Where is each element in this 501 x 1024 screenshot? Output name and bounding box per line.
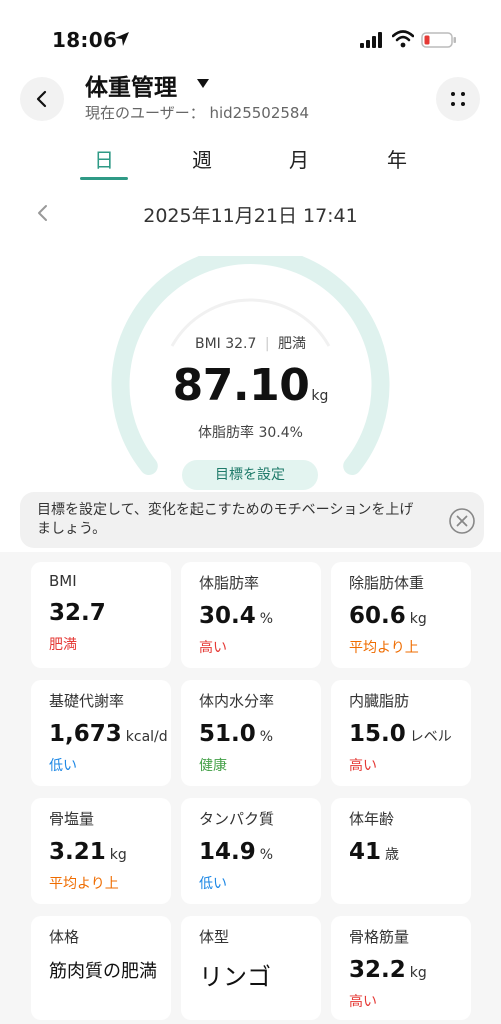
metric-number: 14.9: [199, 839, 256, 865]
location-arrow-icon: [115, 32, 129, 46]
status-time: 18:06: [52, 28, 118, 52]
caret-down-icon[interactable]: [196, 78, 210, 90]
metric-status: 肥満: [49, 637, 77, 653]
separator: |: [264, 336, 270, 352]
metric-value: 1,673 kcal/d: [49, 721, 171, 747]
metric-value: リンゴ: [199, 957, 321, 992]
metric-value: 3.21 kg: [49, 839, 171, 865]
more-menu-button[interactable]: [436, 77, 480, 121]
set-goal-button[interactable]: 目標を設定: [182, 460, 318, 490]
tab-year[interactable]: 年: [367, 144, 427, 182]
signal-icon: [360, 32, 382, 48]
metric-status: 平均より上: [49, 876, 119, 892]
metric-card[interactable]: BMI 32.7 肥満: [31, 562, 171, 668]
metric-unit: kg: [409, 611, 427, 627]
metric-status: 低い: [199, 876, 227, 892]
metric-unit: %: [259, 729, 274, 745]
metric-label: タンパク質: [199, 810, 275, 828]
metric-label: 内臓脂肪: [349, 692, 410, 710]
measurement-date: 2025年11月21日 17:41: [143, 205, 358, 227]
metric-label: 除脂肪体重: [349, 574, 425, 592]
back-button[interactable]: [20, 77, 64, 121]
body-fat-summary: 体脂肪率 30.4%: [198, 425, 303, 441]
metric-status: 平均より上: [349, 640, 419, 656]
metric-card[interactable]: 骨格筋量 32.2 kg 高い: [331, 916, 471, 1020]
battery-icon: [421, 32, 456, 48]
chevron-left-icon: [36, 90, 47, 108]
metric-label: 体年齢: [349, 810, 395, 828]
dots-grid-icon: [451, 92, 465, 106]
metric-number: 60.6: [349, 603, 406, 629]
metric-unit: レベル: [409, 729, 452, 745]
status-bar: 18:06: [0, 0, 501, 60]
metric-unit: %: [259, 611, 274, 627]
page-title[interactable]: 体重管理: [85, 68, 177, 102]
metric-unit: kg: [109, 847, 127, 863]
bmi-summary-category: 肥満: [278, 336, 307, 352]
metric-card[interactable]: 体型 リンゴ: [181, 916, 321, 1020]
metric-label: 体内水分率: [199, 692, 275, 710]
metric-number: 41: [349, 839, 382, 865]
metric-card[interactable]: 体脂肪率 30.4% 高い: [181, 562, 321, 668]
period-tabs: 日 週 月 年: [0, 144, 501, 184]
tab-week[interactable]: 週: [172, 144, 232, 182]
metric-card[interactable]: 内臓脂肪 15.0 レベル高い: [331, 680, 471, 786]
metric-label: 体格: [49, 928, 80, 946]
metric-label: 体型: [199, 928, 230, 946]
metric-card[interactable]: 体年齢 41 歳: [331, 798, 471, 904]
metric-unit: %: [259, 847, 274, 863]
metric-number: 15.0: [349, 721, 406, 747]
metric-label: 骨塩量: [49, 810, 95, 828]
metric-value: 41 歳: [349, 839, 471, 865]
metric-value: 60.6 kg: [349, 603, 471, 629]
metric-text-value: 筋肉質の肥満: [49, 961, 157, 982]
metric-status: 高い: [349, 758, 377, 774]
metric-card[interactable]: タンパク質 14.9% 低い: [181, 798, 321, 904]
metric-label: BMI: [49, 572, 77, 590]
metric-unit: kg: [409, 965, 427, 981]
metric-value: 32.7: [49, 600, 171, 626]
metric-status: 低い: [49, 758, 77, 774]
wifi-icon: [392, 30, 414, 48]
close-icon[interactable]: [448, 507, 476, 535]
metric-value: 14.9%: [199, 839, 321, 865]
metric-label: 体脂肪率: [199, 574, 260, 592]
tab-indicator: [80, 177, 128, 180]
metric-label: 基礎代謝率: [49, 692, 125, 710]
bmi-summary-value: BMI 32.7: [194, 336, 257, 352]
weight-display: 87.10 kg: [0, 360, 501, 411]
metric-number: 1,673: [49, 721, 122, 747]
metric-number: 32.2: [349, 957, 406, 983]
metric-card[interactable]: 基礎代謝率 1,673 kcal/d 低い: [31, 680, 171, 786]
metric-unit: kcal/d: [125, 729, 168, 745]
goal-tip-banner: 目標を設定して、変化を起こすためのモチベーションを上げましょう。: [20, 492, 484, 548]
metric-card[interactable]: 除脂肪体重 60.6 kg 平均より上: [331, 562, 471, 668]
metric-label: 骨格筋量: [349, 928, 410, 946]
bmi-summary: BMI 32.7 | 肥満: [0, 333, 501, 353]
metric-value: 32.2 kg: [349, 957, 471, 983]
weight-value: 87.10: [172, 360, 310, 411]
tab-month[interactable]: 月: [269, 144, 329, 182]
tip-text: 目標を設定して、変化を起こすためのモチベーションを上げましょう。: [37, 502, 414, 537]
metric-value: 51.0%: [199, 721, 321, 747]
metric-value: 15.0 レベル: [349, 721, 471, 747]
metric-card[interactable]: 体格 筋肉質の肥満: [31, 916, 171, 1020]
metric-number: 32.7: [49, 600, 106, 626]
metric-text-value: リンゴ: [199, 963, 271, 991]
metric-status: 高い: [349, 994, 377, 1010]
metric-unit: 歳: [385, 847, 400, 863]
metric-status: 高い: [199, 640, 227, 656]
metric-status: 健康: [199, 758, 227, 774]
metric-value: 30.4%: [199, 603, 321, 629]
metric-card[interactable]: 骨塩量 3.21 kg 平均より上: [31, 798, 171, 904]
metric-value: 筋肉質の肥満: [49, 957, 171, 983]
metric-number: 3.21: [49, 839, 106, 865]
current-user-label: 現在のユーザー： hid25502584: [85, 104, 310, 122]
weight-unit: kg: [311, 388, 329, 404]
metric-number: 51.0: [199, 721, 256, 747]
metric-number: 30.4: [199, 603, 256, 629]
metric-card[interactable]: 体内水分率 51.0% 健康: [181, 680, 321, 786]
